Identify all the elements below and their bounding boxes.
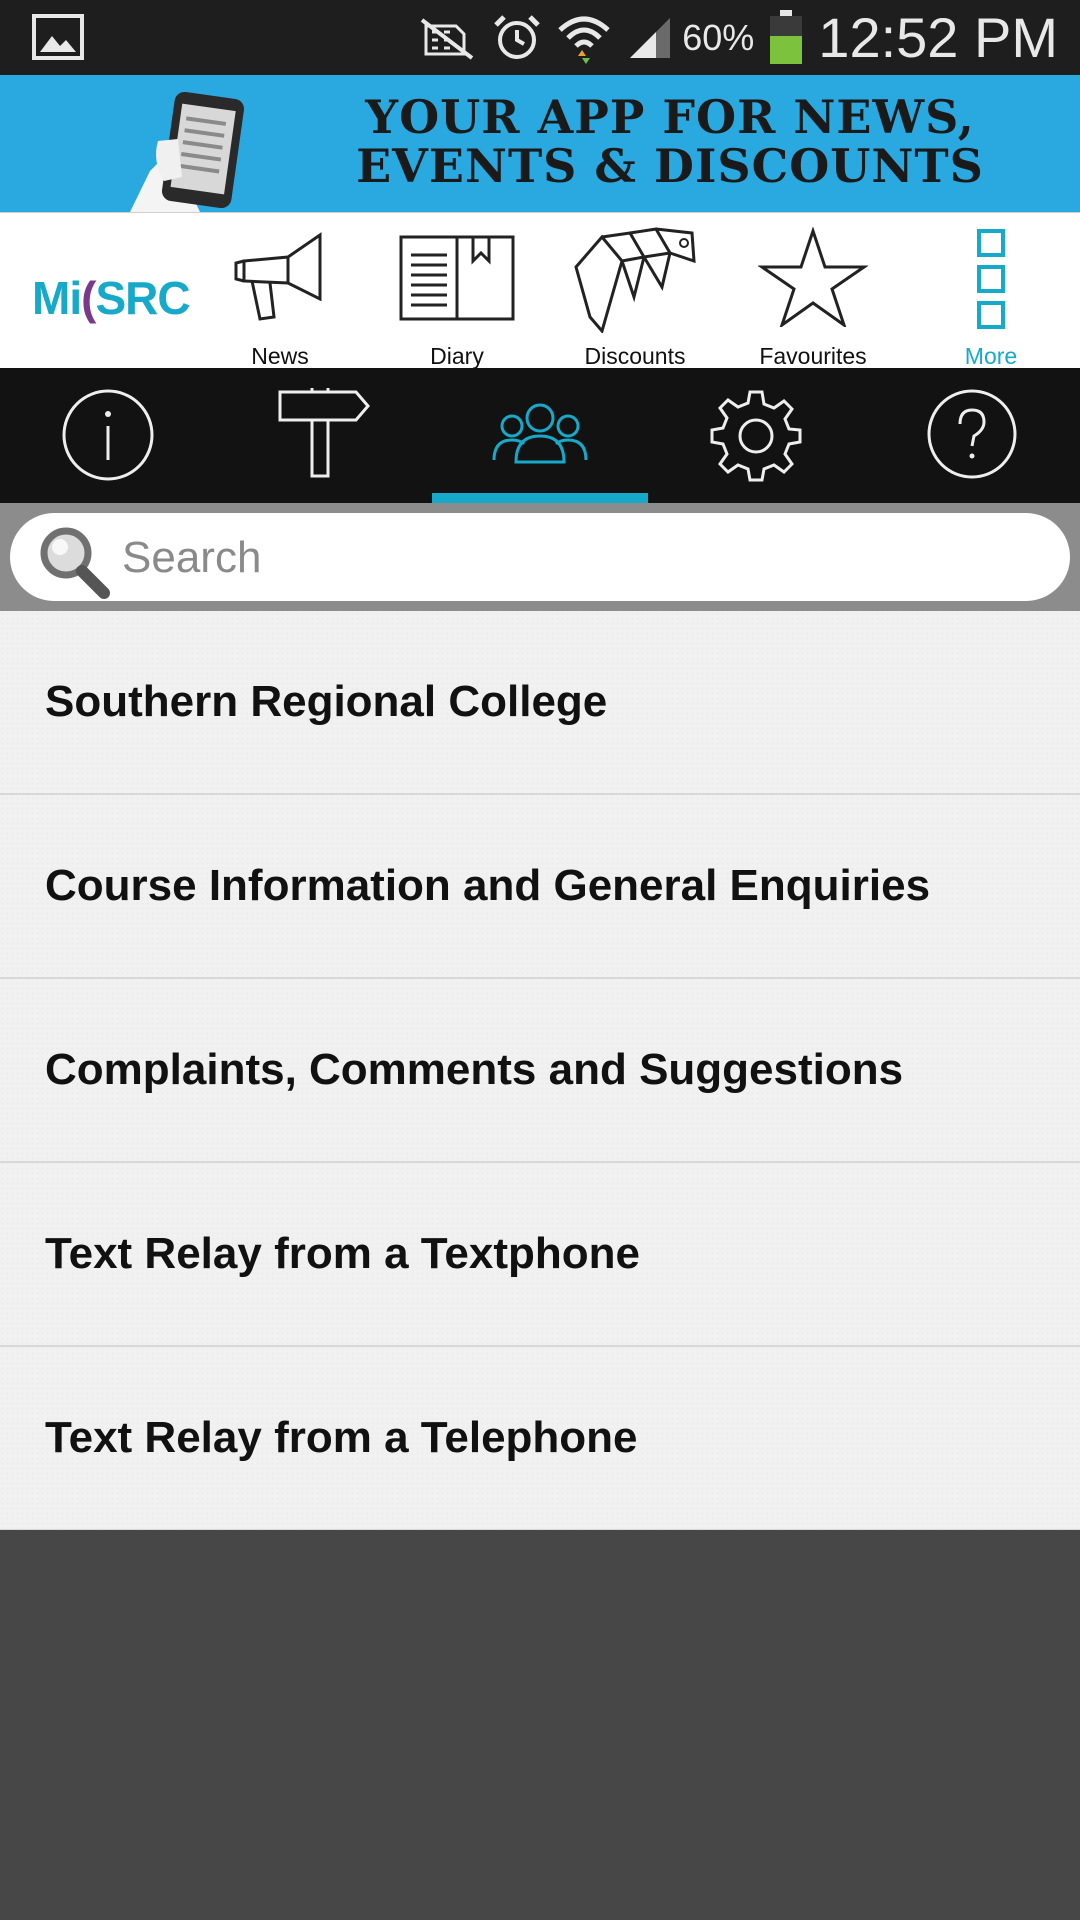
list-item[interactable]: Southern Regional College <box>0 611 1080 795</box>
promo-banner[interactable]: YOUR APP FOR NEWS, EVENTS & DISCOUNTS <box>0 75 1080 212</box>
more-squares-icon <box>977 229 1005 329</box>
info-icon <box>62 389 154 481</box>
banner-line-2: EVENTS & DISCOUNTS <box>356 139 984 193</box>
search-icon <box>40 527 110 599</box>
status-bar: 60% 12:52 PM <box>0 0 1080 75</box>
list-item[interactable]: Complaints, Comments and Suggestions <box>0 979 1080 1163</box>
megaphone-icon <box>234 232 322 321</box>
logo-text-mi: Mi <box>32 272 82 324</box>
list-item-label: Complaints, Comments and Suggestions <box>45 1045 904 1094</box>
battery-icon <box>770 9 803 64</box>
nav-item-news[interactable]: News <box>200 213 360 369</box>
banner-headline: YOUR APP FOR NEWS, EVENTS & DISCOUNTS <box>355 93 985 191</box>
toolbar-directions[interactable] <box>216 368 432 503</box>
gallery-icon <box>32 14 84 60</box>
search-box[interactable] <box>10 513 1070 601</box>
nav-item-more[interactable]: More <box>911 213 1071 369</box>
wifi-icon <box>558 16 610 64</box>
list-item-label: Text Relay from a Textphone <box>45 1229 640 1278</box>
banner-line-1: YOUR APP FOR NEWS, <box>365 90 975 144</box>
alarm-icon <box>494 14 541 59</box>
toolbar-settings[interactable] <box>648 368 864 503</box>
logo-text-src: SRC <box>95 272 190 324</box>
list-item[interactable]: Text Relay from a Telephone <box>0 1347 1080 1530</box>
help-icon <box>927 389 1017 479</box>
logo-mark: ( <box>81 272 96 324</box>
section-toolbar <box>0 368 1080 503</box>
nav-item-discounts[interactable]: Discounts <box>555 213 715 369</box>
gear-icon <box>710 390 802 482</box>
diary-book-icon <box>399 235 515 321</box>
people-icon <box>492 403 588 464</box>
toolbar-info[interactable] <box>0 368 216 503</box>
app-logo[interactable]: Mi(SRC <box>32 271 191 325</box>
nav-item-favourites[interactable]: Favourites <box>733 213 893 369</box>
toolbar-help[interactable] <box>864 368 1080 503</box>
contacts-list: Southern Regional College Course Informa… <box>0 611 1080 1530</box>
search-bar <box>0 503 1080 611</box>
list-item-label: Text Relay from a Telephone <box>45 1413 638 1462</box>
list-item-label: Course Information and General Enquiries <box>45 861 931 910</box>
list-item[interactable]: Text Relay from a Textphone <box>0 1163 1080 1347</box>
search-input[interactable] <box>120 525 1044 591</box>
signpost-icon <box>278 388 370 478</box>
battery-percent: 60% <box>682 16 755 58</box>
phone-in-hand-icon <box>130 91 245 212</box>
clock: 12:52 PM <box>818 6 1058 69</box>
top-navigation: Mi(SRC News Diary Discounts Favourites M… <box>0 212 1080 369</box>
signal-icon <box>630 17 671 58</box>
nav-label-more: More <box>964 343 1018 369</box>
no-sim-icon <box>421 17 474 60</box>
list-item-label: Southern Regional College <box>45 677 608 726</box>
nav-label-discounts: Discounts <box>584 343 686 369</box>
nav-label-news: News <box>251 343 309 369</box>
star-icon <box>758 227 868 327</box>
list-item[interactable]: Course Information and General Enquiries <box>0 795 1080 979</box>
discount-tags-icon <box>574 227 696 333</box>
toolbar-contacts[interactable] <box>432 368 648 503</box>
nav-label-favourites: Favourites <box>759 343 867 369</box>
nav-item-diary[interactable]: Diary <box>377 213 537 369</box>
nav-label-diary: Diary <box>430 343 484 369</box>
